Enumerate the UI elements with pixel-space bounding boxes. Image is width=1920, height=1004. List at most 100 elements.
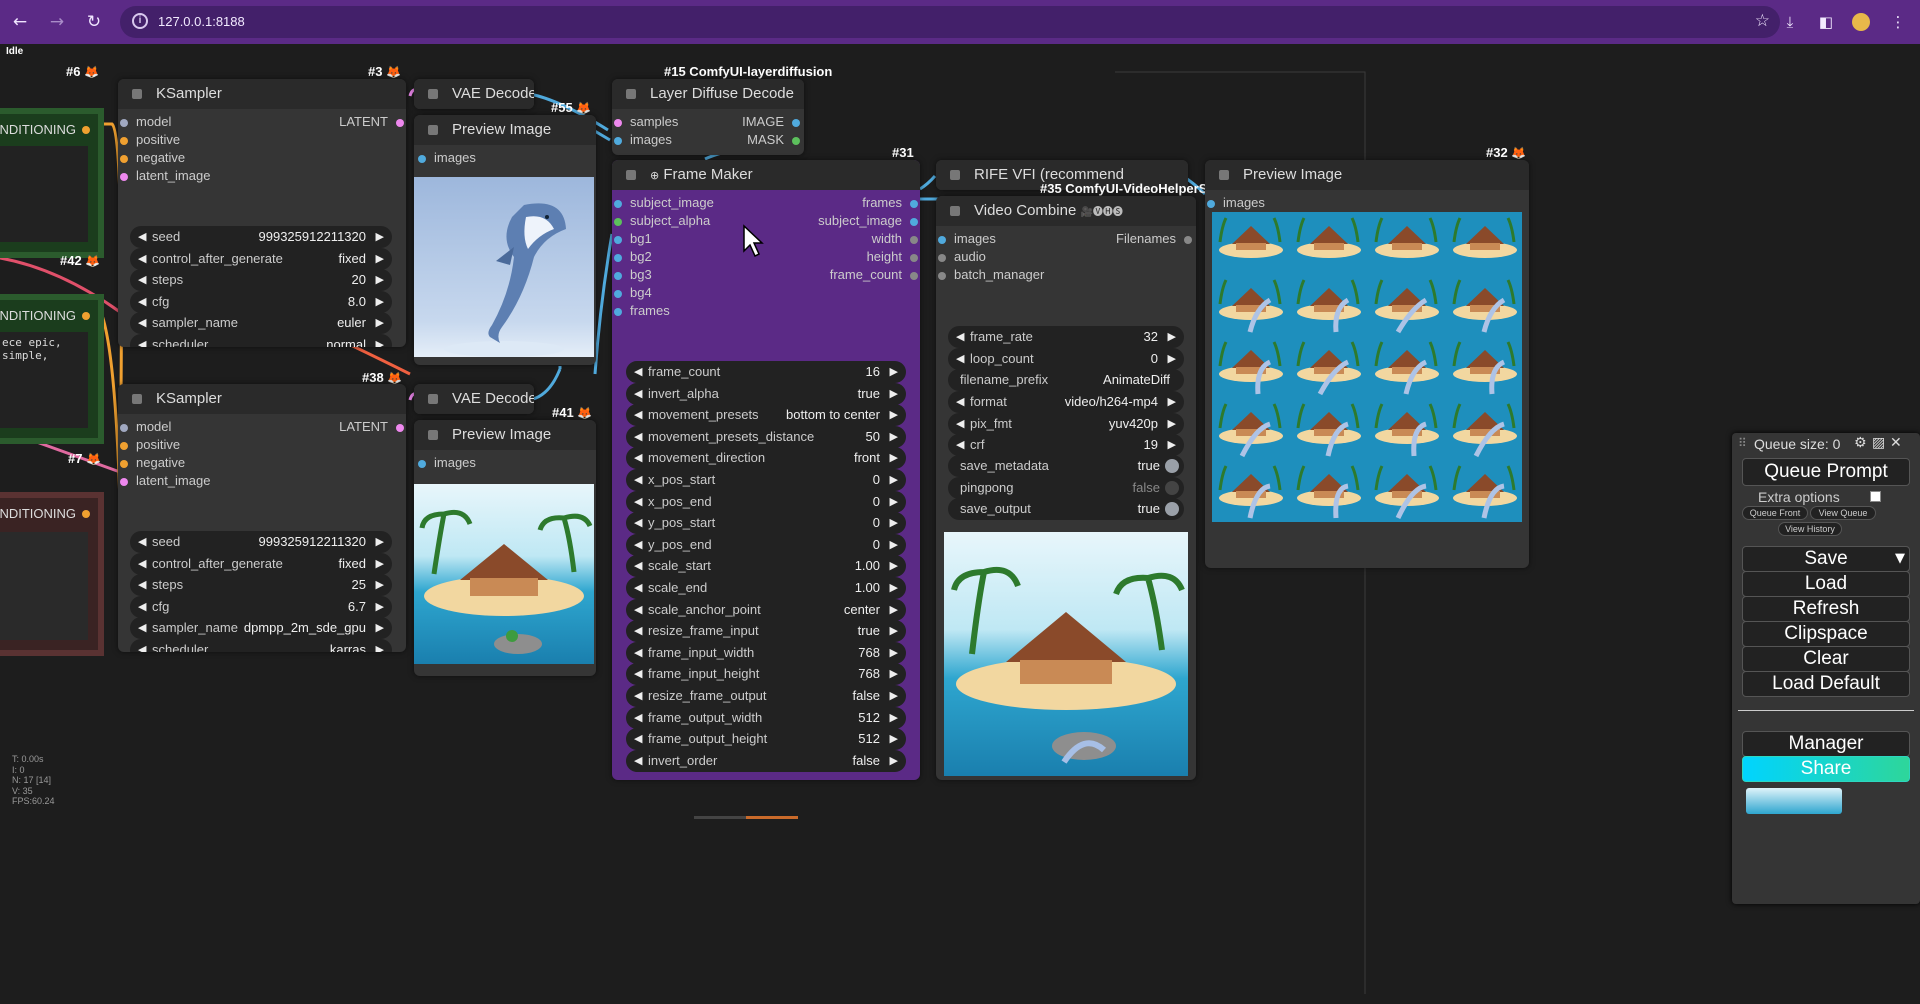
decrement-arrow-icon[interactable]: ◀ <box>634 469 642 491</box>
widget-resize-frame-output[interactable]: ◀ ▶ resize_frame_output false <box>626 685 906 707</box>
decrement-arrow-icon[interactable]: ◀ <box>956 348 964 370</box>
decrement-arrow-icon[interactable]: ◀ <box>634 642 642 664</box>
decrement-arrow-icon[interactable]: ◀ <box>634 599 642 621</box>
node-title[interactable]: ⊕ Frame Maker <box>612 160 920 190</box>
clear-button[interactable]: Clear <box>1742 646 1910 672</box>
prompt-textarea[interactable]: ece epic, simple, <box>0 332 88 428</box>
input-images[interactable]: images <box>1207 195 1265 210</box>
widget-scale-anchor-point[interactable]: ◀ ▶ scale_anchor_point center <box>626 598 906 621</box>
decrement-arrow-icon[interactable]: ◀ <box>634 663 642 685</box>
widget-frame-output-width[interactable]: ◀ ▶ frame_output_width 512 <box>626 706 906 729</box>
increment-arrow-icon[interactable]: ▶ <box>890 707 898 729</box>
widget-scale-start[interactable]: ◀ ▶ scale_start 1.00 <box>626 555 906 578</box>
decrement-arrow-icon[interactable]: ◀ <box>634 750 642 772</box>
reload-icon[interactable]: ↻ <box>84 12 104 32</box>
vae-decode-node-1[interactable]: VAE Decode <box>414 79 534 109</box>
input-bg1[interactable]: bg1 <box>614 231 652 246</box>
increment-arrow-icon[interactable]: ▶ <box>890 663 898 685</box>
increment-arrow-icon[interactable]: ▶ <box>376 596 384 618</box>
increment-arrow-icon[interactable]: ▶ <box>890 750 898 772</box>
decrement-arrow-icon[interactable]: ◀ <box>634 534 642 556</box>
widget-x-pos-start[interactable]: ◀ ▶ x_pos_start 0 <box>626 469 906 491</box>
decrement-arrow-icon[interactable]: ◀ <box>138 574 146 596</box>
widget-cfg[interactable]: ◀ ▶ cfg 6.7 <box>130 595 392 618</box>
decrement-arrow-icon[interactable]: ◀ <box>138 312 146 334</box>
widget-seed[interactable]: ◀ ▶ seed 999325912211320 <box>130 226 392 248</box>
graph-canvas[interactable]: Idle CONDITIONING CONDITIONING ece epic,… <box>0 44 1920 1004</box>
input-negative[interactable]: negative <box>120 150 185 165</box>
input-batch-manager[interactable]: batch_manager <box>938 267 1044 282</box>
decrement-arrow-icon[interactable]: ◀ <box>138 334 146 348</box>
prompt-textarea[interactable] <box>0 532 88 640</box>
widget-sampler-name[interactable]: ◀ ▶ sampler_name euler <box>130 312 392 334</box>
save-dropdown-icon[interactable]: ▼ <box>1895 547 1905 571</box>
drag-handle-icon[interactable]: ⠿ <box>1738 436 1747 450</box>
increment-arrow-icon[interactable]: ▶ <box>890 642 898 664</box>
output-latent[interactable]: LATENT <box>339 419 404 434</box>
increment-arrow-icon[interactable]: ▶ <box>890 555 898 577</box>
decrement-arrow-icon[interactable]: ◀ <box>138 291 146 313</box>
widget-pingpong[interactable]: pingpong false <box>948 476 1184 499</box>
decrement-arrow-icon[interactable]: ◀ <box>956 326 964 348</box>
preview-image-node-3[interactable]: Preview Image images <box>1205 160 1529 568</box>
widget-pix-fmt[interactable]: ◀ ▶ pix_fmt yuv420p <box>948 412 1184 435</box>
increment-arrow-icon[interactable]: ▶ <box>890 728 898 750</box>
conditioning-node-7[interactable]: CONDITIONING <box>0 492 104 656</box>
manager-button[interactable]: Manager <box>1742 731 1910 757</box>
node-title[interactable]: VAE Decode <box>414 384 534 414</box>
widget-scale-end[interactable]: ◀ ▶ scale_end 1.00 <box>626 577 906 599</box>
widget-filename-prefix[interactable]: filename_prefix AnimateDiff <box>948 369 1184 391</box>
input-latent-image[interactable]: latent_image <box>120 473 210 488</box>
output-frames[interactable]: frames <box>862 195 918 210</box>
widget-seed[interactable]: ◀ ▶ seed 999325912211320 <box>130 531 392 553</box>
widget-x-pos-end[interactable]: ◀ ▶ x_pos_end 0 <box>626 490 906 513</box>
widget-invert-order[interactable]: ◀ ▶ invert_order false <box>626 749 906 772</box>
widget-crf[interactable]: ◀ ▶ crf 19 <box>948 434 1184 456</box>
output-filenames[interactable]: Filenames <box>1116 231 1192 246</box>
toggle-switch-icon[interactable] <box>1165 502 1179 516</box>
node-title[interactable]: Preview Image <box>414 420 596 450</box>
input-frames[interactable]: frames <box>614 303 670 318</box>
increment-arrow-icon[interactable]: ▶ <box>890 447 898 469</box>
increment-arrow-icon[interactable]: ▶ <box>890 491 898 513</box>
decrement-arrow-icon[interactable]: ◀ <box>138 269 146 291</box>
increment-arrow-icon[interactable]: ▶ <box>1168 391 1176 413</box>
node-title[interactable]: KSampler <box>118 384 406 414</box>
image-icon[interactable]: ▨ <box>1872 435 1885 451</box>
output-subject-image[interactable]: subject_image <box>818 213 918 228</box>
decrement-arrow-icon[interactable]: ◀ <box>138 639 146 653</box>
widget-control-after-generate[interactable]: ◀ ▶ control_after_generate fixed <box>130 247 392 270</box>
decrement-arrow-icon[interactable]: ◀ <box>634 685 642 707</box>
increment-arrow-icon[interactable]: ▶ <box>890 577 898 599</box>
node-title[interactable]: Preview Image <box>414 115 596 145</box>
input-images[interactable]: images <box>614 132 672 147</box>
node-title[interactable]: VAE Decode <box>414 79 534 109</box>
layer-diffuse-decode-node[interactable]: Layer Diffuse Decode samples images IMAG… <box>612 79 804 155</box>
decrement-arrow-icon[interactable]: ◀ <box>634 383 642 405</box>
queue-prompt-button[interactable]: Queue Prompt <box>1742 458 1910 486</box>
conditioning-node-42[interactable]: CONDITIONING ece epic, simple, <box>0 294 104 444</box>
widget-y-pos-start[interactable]: ◀ ▶ y_pos_start 0 <box>626 512 906 535</box>
view-queue-button[interactable]: View Queue <box>1810 506 1876 520</box>
output-frame-count[interactable]: frame_count <box>830 267 918 282</box>
increment-arrow-icon[interactable]: ▶ <box>376 334 384 348</box>
input-positive[interactable]: positive <box>120 132 180 147</box>
load-button[interactable]: Load <box>1742 571 1910 597</box>
conditioning-output[interactable]: CONDITIONING <box>0 308 90 323</box>
queue-panel[interactable]: ⠿ Queue size: 0 ⚙ ▨ ✕ Queue Prompt Extra… <box>1732 433 1920 904</box>
decrement-arrow-icon[interactable]: ◀ <box>138 226 146 248</box>
widget-loop-count[interactable]: ◀ ▶ loop_count 0 <box>948 347 1184 370</box>
increment-arrow-icon[interactable]: ▶ <box>890 599 898 621</box>
input-audio[interactable]: audio <box>938 249 986 264</box>
conditioning-dot[interactable] <box>82 312 90 320</box>
browser-menu-icon[interactable]: ⋮ <box>1888 12 1908 32</box>
share-button[interactable]: Share <box>1742 756 1910 782</box>
node-title[interactable]: KSampler <box>118 79 406 109</box>
widget-steps[interactable]: ◀ ▶ steps 20 <box>130 269 392 291</box>
widget-cfg[interactable]: ◀ ▶ cfg 8.0 <box>130 290 392 313</box>
address-bar[interactable]: i 127.0.0.1:8188 ☆ <box>120 6 1780 38</box>
widget-frame-rate[interactable]: ◀ ▶ frame_rate 32 <box>948 326 1184 348</box>
increment-arrow-icon[interactable]: ▶ <box>890 534 898 556</box>
decrement-arrow-icon[interactable]: ◀ <box>956 434 964 456</box>
view-history-button[interactable]: View History <box>1778 522 1842 536</box>
